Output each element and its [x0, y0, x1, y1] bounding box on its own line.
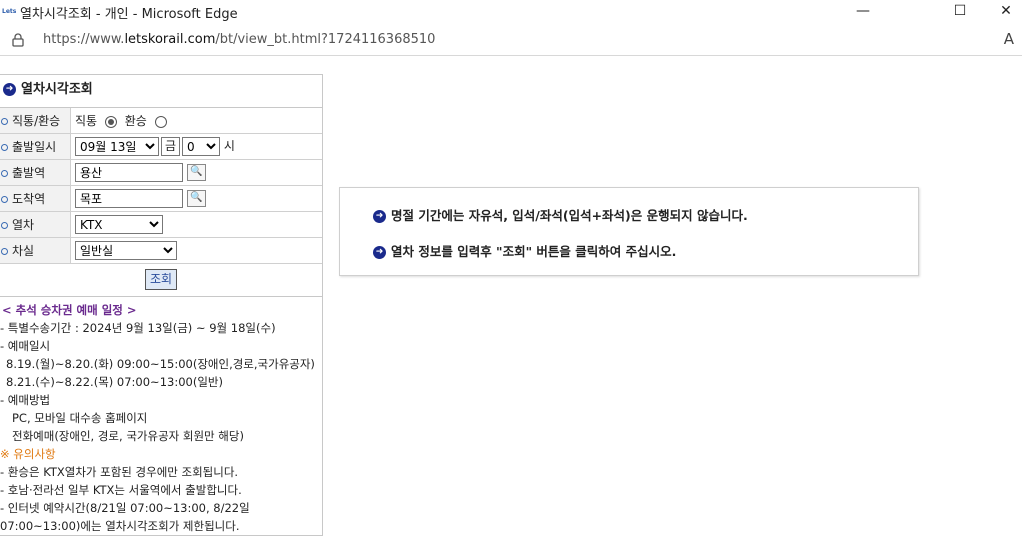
- bullet-icon: [1, 118, 8, 125]
- bullet-icon: [1, 196, 8, 203]
- transfer-label: 환승: [124, 114, 147, 128]
- notice-line: - 예매방법: [0, 393, 51, 407]
- train-search-panel: ➜ 열차시각조회 직통/환승 직통 환승 출발일시 09월 13일 금 0 시 출발역…: [0, 74, 323, 536]
- info-box: ➜ 명절 기간에는 자유석, 입석/좌석(입석+좌석)은 운행되지 않습니다. ➜…: [339, 187, 919, 276]
- maximize-button[interactable]: ☐: [937, 0, 983, 24]
- info-line-instruction: ➜ 열차 정보를 입력후 "조회" 버튼을 클릭하여 주십시오.: [373, 241, 676, 260]
- label-date: 출발일시: [0, 133, 71, 160]
- caution-line: - 호남·전라선 일부 KTX는 서울역에서 출발합니다.: [0, 483, 242, 497]
- panel-title: ➜ 열차시각조회: [0, 75, 322, 108]
- date-select[interactable]: 09월 13일: [75, 137, 159, 156]
- direct-radio[interactable]: [104, 115, 117, 128]
- notice-line: - 특별수송기간 : 2024년 9월 13일(금) ~ 9월 18일(수): [0, 321, 276, 335]
- minimize-button[interactable]: —: [840, 0, 886, 24]
- weekday-box: 금: [161, 137, 181, 156]
- notice-line: 8.21.(수)~8.22.(목) 07:00~13:00(일반): [6, 375, 223, 389]
- direct-label: 직통: [75, 114, 98, 128]
- address-bar[interactable]: https://www.letskorail.com/bt/view_bt.ht…: [0, 24, 1022, 56]
- window-title: 열차시각조회 - 개인 - Microsoft Edge: [20, 7, 238, 22]
- notice-heading: < 추석 승차권 예매 일정 >: [2, 303, 137, 317]
- bullet-icon: [1, 222, 8, 229]
- query-button[interactable]: 조회: [144, 269, 178, 290]
- window-titlebar: Lets 열차시각조회 - 개인 - Microsoft Edge — ☐ ✕: [0, 0, 1022, 24]
- hour-select[interactable]: 0: [182, 137, 221, 156]
- label-departure: 출발역: [0, 159, 71, 186]
- label-train: 열차: [0, 211, 71, 238]
- label-arrival: 도착역: [0, 185, 71, 212]
- train-type-select[interactable]: KTX: [75, 215, 163, 234]
- button-row: 조회: [0, 264, 322, 297]
- bullet-icon: [1, 144, 8, 151]
- lock-icon[interactable]: [12, 32, 24, 51]
- notice-line: - 예매일시: [0, 339, 51, 353]
- read-aloud-icon[interactable]: A: [1004, 30, 1014, 48]
- arrow-right-icon: ➜: [3, 83, 16, 96]
- hour-unit: 시: [223, 139, 235, 153]
- caution-heading: ※ 유의사항: [0, 447, 56, 461]
- app-logo-icon: Lets: [2, 8, 17, 15]
- seat-class-select[interactable]: 일반실: [75, 241, 177, 260]
- arrival-input[interactable]: [75, 189, 183, 208]
- label-seat: 차실: [0, 237, 71, 264]
- notice-line: 전화예매(장애인, 경로, 국가유공자 회원만 해당): [12, 429, 244, 443]
- arrow-right-icon: ➜: [373, 246, 386, 259]
- notice-line: PC, 모바일 대수송 홈페이지: [12, 411, 148, 425]
- transfer-radio[interactable]: [154, 115, 167, 128]
- label-type: 직통/환승: [0, 108, 71, 134]
- notice-section: < 추석 승차권 예매 일정 > - 특별수송기간 : 2024년 9월 13일…: [0, 297, 322, 535]
- search-icon[interactable]: 🔍: [187, 190, 206, 207]
- caution-line: - 인터넷 예약시간(8/21일 07:00~13:00, 8/22일: [0, 501, 250, 515]
- search-form: 직통/환승 직통 환승 출발일시 09월 13일금0 시 출발역 🔍 도착역: [0, 108, 322, 264]
- caution-line: - 환승은 KTX열차가 포함된 경우에만 조회됩니다.: [0, 465, 239, 479]
- bullet-icon: [1, 248, 8, 255]
- search-icon[interactable]: 🔍: [187, 164, 206, 181]
- info-line-holiday: ➜ 명절 기간에는 자유석, 입석/좌석(입석+좌석)은 운행되지 않습니다.: [373, 205, 748, 224]
- close-button[interactable]: ✕: [983, 0, 1022, 24]
- notice-line: 8.19.(월)~8.20.(화) 09:00~15:00(장애인,경로,국가유…: [6, 357, 315, 371]
- arrow-right-icon: ➜: [373, 210, 386, 223]
- departure-input[interactable]: [75, 163, 183, 182]
- url-text[interactable]: https://www.letskorail.com/bt/view_bt.ht…: [43, 32, 435, 47]
- bullet-icon: [1, 170, 8, 177]
- caution-line: 07:00~13:00)에는 열차시각조회가 제한됩니다.: [0, 519, 240, 533]
